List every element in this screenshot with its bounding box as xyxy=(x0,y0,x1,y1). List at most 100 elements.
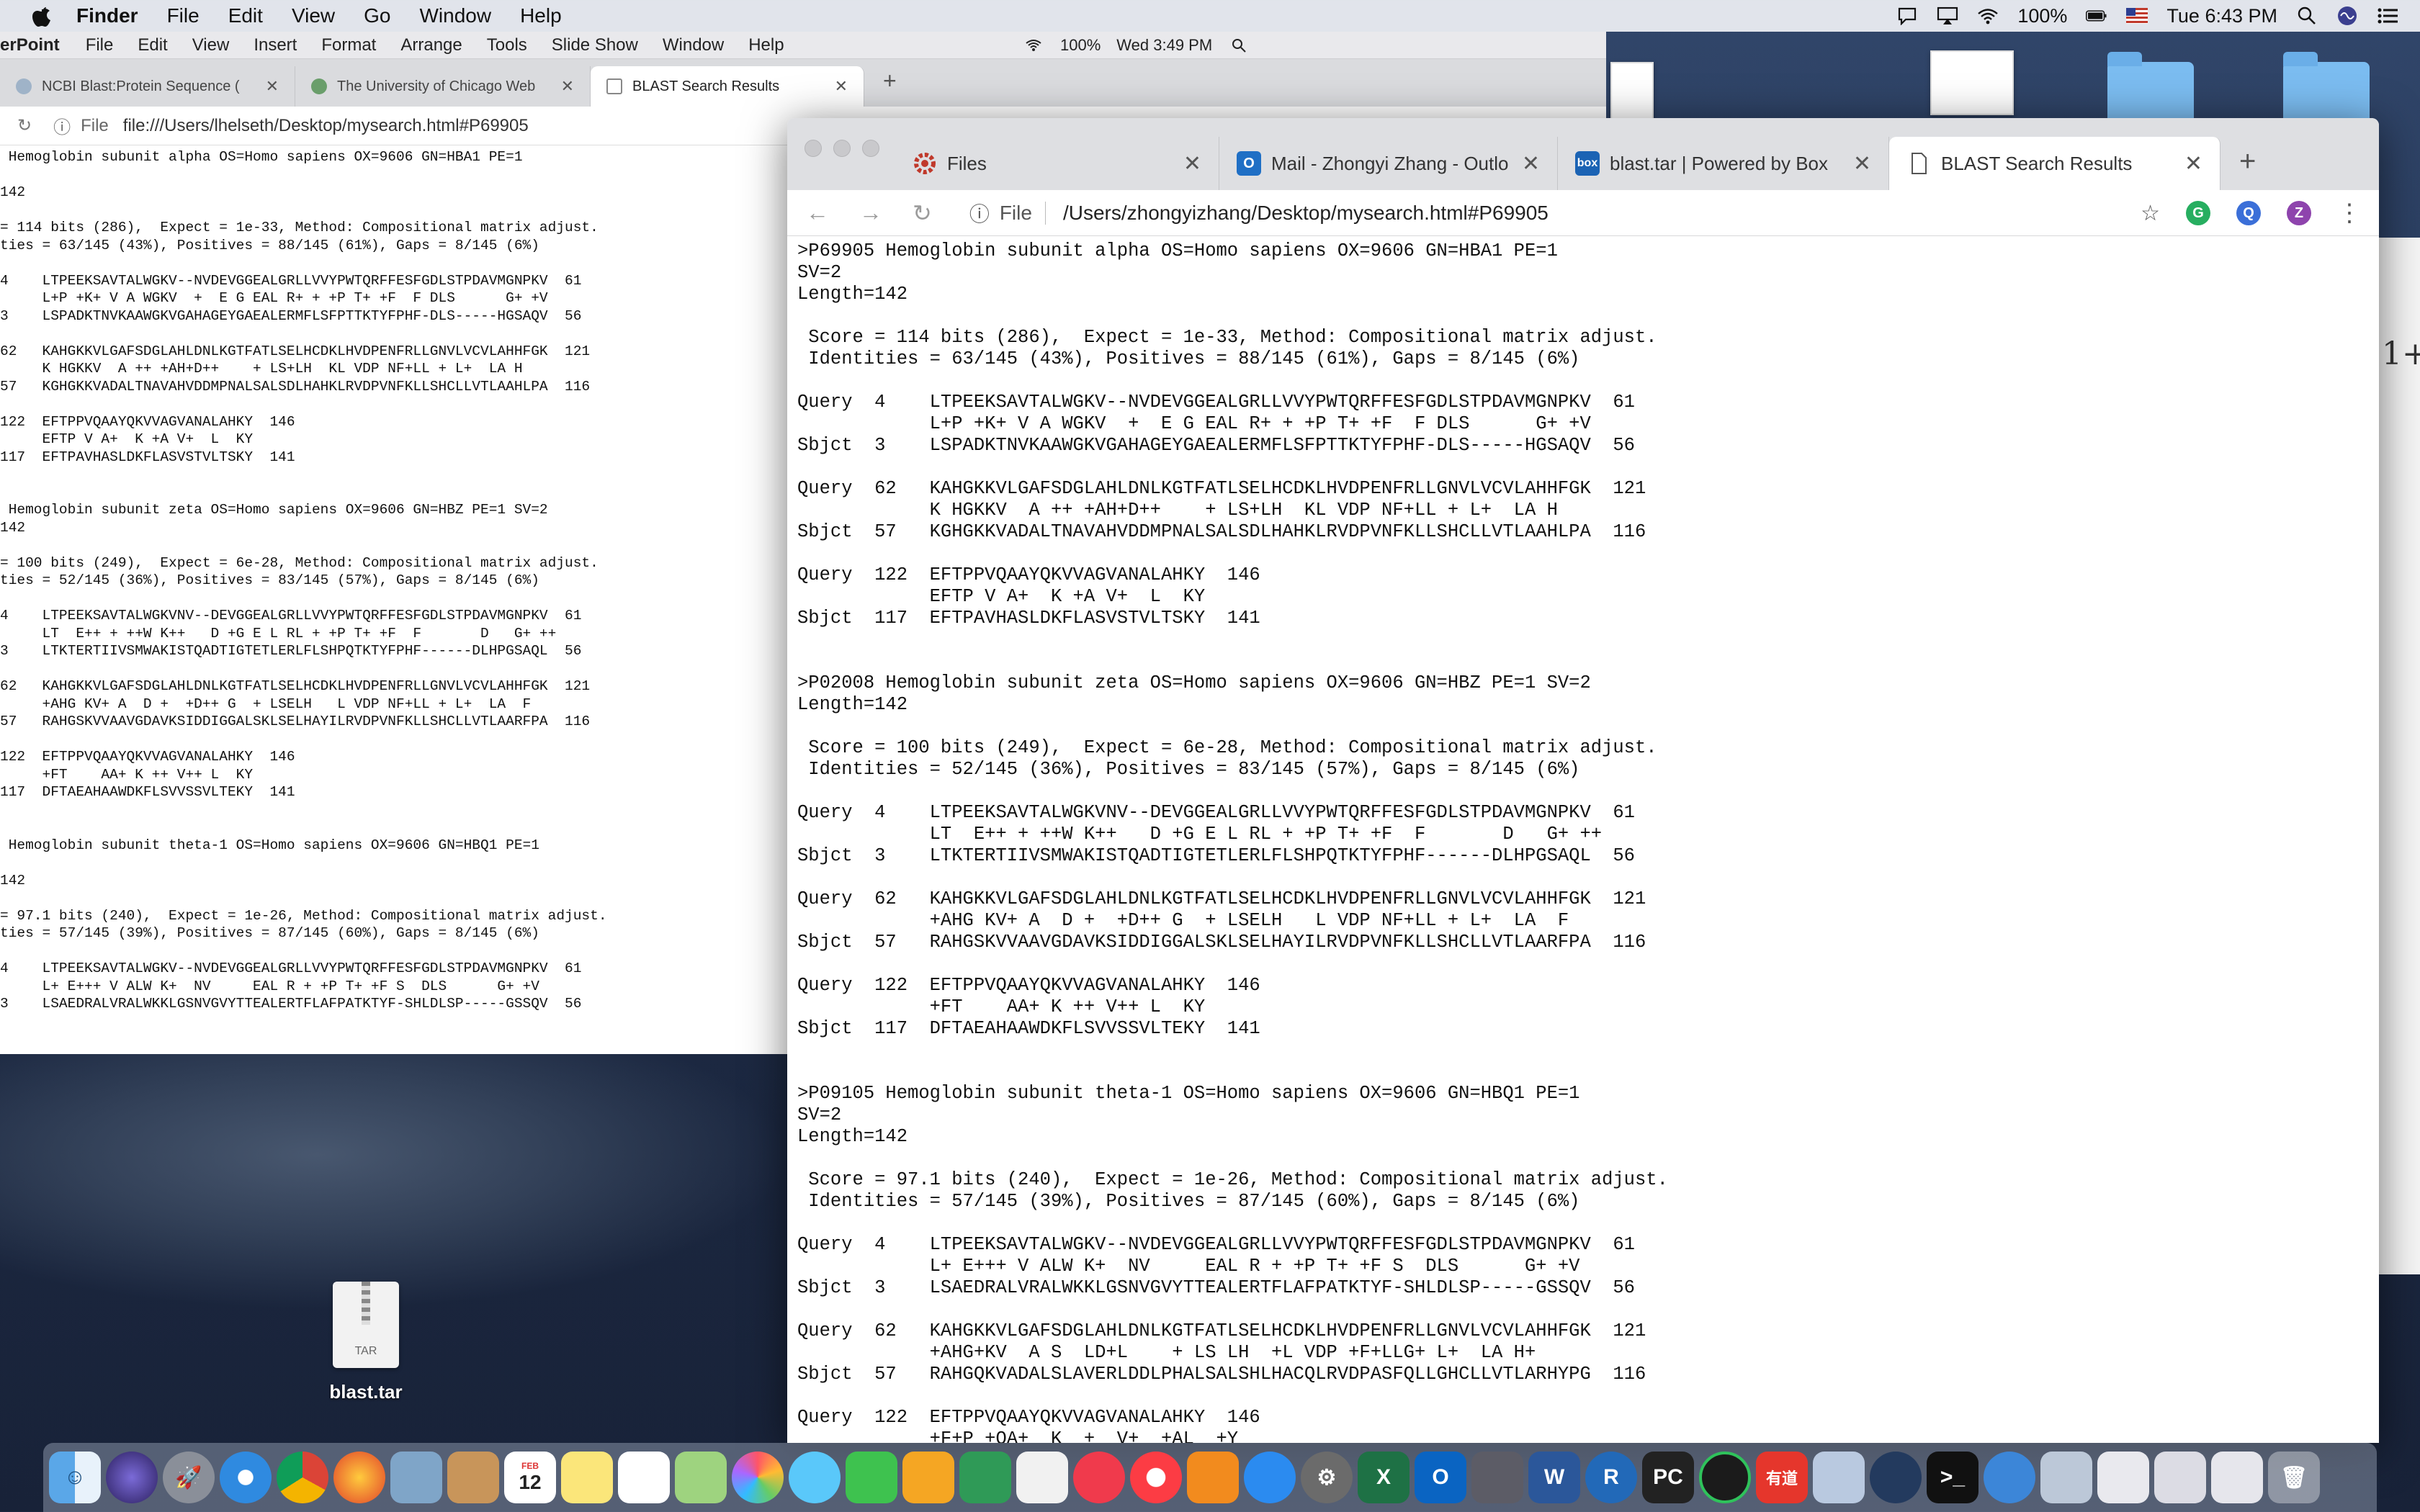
music-icon[interactable] xyxy=(1130,1452,1182,1503)
reload-icon[interactable]: ↻ xyxy=(17,115,32,136)
profile-avatar[interactable]: Z xyxy=(2287,201,2311,225)
address-url[interactable]: file:///Users/lhelseth/Desktop/mysearch.… xyxy=(123,116,529,136)
apple-logo-icon[interactable] xyxy=(29,3,55,29)
menu-help[interactable]: Help xyxy=(520,4,562,27)
front-tab-blast-results[interactable]: BLAST Search Results ✕ xyxy=(1889,137,2220,190)
youdao-icon[interactable]: 有道 xyxy=(1756,1452,1808,1503)
news-icon[interactable] xyxy=(1073,1452,1125,1503)
preview-alt-icon[interactable] xyxy=(2040,1452,2092,1503)
keynote-podium-icon[interactable] xyxy=(1016,1452,1068,1503)
inner-menu-tools[interactable]: Tools xyxy=(487,35,527,55)
document-stack-icon[interactable] xyxy=(2211,1452,2263,1503)
menu-app-name[interactable]: Finder xyxy=(76,4,138,27)
close-tab-icon[interactable]: ✕ xyxy=(1522,151,1540,176)
inner-menu-slide-show[interactable]: Slide Show xyxy=(552,35,638,55)
desktop-document-thumbnail[interactable] xyxy=(1930,50,2014,115)
close-tab-icon[interactable]: ✕ xyxy=(835,77,848,96)
preview-icon[interactable] xyxy=(390,1452,442,1503)
menu-file[interactable]: File xyxy=(167,4,200,27)
photos-icon[interactable] xyxy=(732,1452,784,1503)
more-menu-icon[interactable]: ⋮ xyxy=(2337,199,2362,228)
desktop-folder-icon[interactable] xyxy=(2107,52,2194,127)
bookmark-star-icon[interactable]: ☆ xyxy=(2141,201,2160,226)
airplay-icon[interactable] xyxy=(1937,5,1958,27)
contacts-icon[interactable] xyxy=(447,1452,499,1503)
minimize-window-button[interactable] xyxy=(833,140,851,157)
inner-menu-file[interactable]: File xyxy=(86,35,114,55)
system-preferences-gear-icon[interactable]: ⚙ xyxy=(1301,1452,1353,1503)
front-tab-box[interactable]: box blast.tar | Powered by Box ✕ xyxy=(1558,137,1889,190)
reload-icon[interactable]: ↻ xyxy=(913,199,932,227)
siri-icon[interactable] xyxy=(2336,5,2358,27)
zoom-window-button[interactable] xyxy=(862,140,879,157)
tar-file-icon[interactable]: TAR xyxy=(333,1282,399,1368)
safari-icon[interactable] xyxy=(220,1452,272,1503)
numbers-icon[interactable] xyxy=(959,1452,1011,1503)
menu-edit[interactable]: Edit xyxy=(228,4,263,27)
search-extension-icon[interactable]: Q xyxy=(2236,201,2261,225)
grammarly-extension-icon[interactable]: G xyxy=(2186,201,2210,225)
quicktime-icon[interactable] xyxy=(1870,1452,1922,1503)
siri-icon[interactable] xyxy=(106,1452,158,1503)
excel-icon[interactable]: X xyxy=(1358,1452,1410,1503)
inner-app-name[interactable]: erPoint xyxy=(0,35,60,55)
close-tab-icon[interactable]: ✕ xyxy=(266,77,279,96)
books-icon[interactable] xyxy=(1187,1452,1239,1503)
back-arrow-icon[interactable]: ← xyxy=(806,199,829,226)
launchpad-icon[interactable]: 🚀 xyxy=(163,1452,215,1503)
notification-center-icon[interactable] xyxy=(2377,5,2398,27)
pycharm-icon[interactable]: PC xyxy=(1642,1452,1694,1503)
inner-menu-insert[interactable]: Insert xyxy=(254,35,297,55)
menu-view[interactable]: View xyxy=(292,4,335,27)
us-flag-icon[interactable] xyxy=(2126,5,2148,27)
forward-arrow-icon[interactable]: → xyxy=(859,199,882,226)
chat-bubble-icon[interactable] xyxy=(1896,5,1918,27)
maps-icon[interactable] xyxy=(675,1452,727,1503)
address-url[interactable]: /Users/zhongyizhang/Desktop/mysearch.htm… xyxy=(1063,202,1549,225)
pycharm-edu-icon[interactable] xyxy=(1699,1452,1751,1503)
messages-icon[interactable] xyxy=(789,1452,841,1503)
back-tab-blast-results[interactable]: BLAST Search Results ✕ xyxy=(591,66,864,107)
desktop-document-thumbnail[interactable] xyxy=(1610,62,1654,120)
inner-menu-edit[interactable]: Edit xyxy=(138,35,167,55)
spotlight-search-icon[interactable] xyxy=(2296,5,2318,27)
app-store-icon[interactable] xyxy=(1244,1452,1296,1503)
info-icon[interactable]: ⓘ xyxy=(53,113,71,138)
close-window-button[interactable] xyxy=(805,140,822,157)
chrome-icon[interactable] xyxy=(277,1452,328,1503)
battery-icon[interactable] xyxy=(2086,5,2107,27)
trash-icon[interactable]: 🗑 xyxy=(2268,1452,2320,1503)
close-tab-icon[interactable]: ✕ xyxy=(1853,151,1871,176)
new-tab-button[interactable]: + xyxy=(883,68,897,94)
inner-menu-window[interactable]: Window xyxy=(663,35,724,55)
finder-icon[interactable]: ☺ xyxy=(49,1452,101,1503)
document-stack-icon[interactable] xyxy=(2154,1452,2206,1503)
tar-file-name[interactable]: blast.tar xyxy=(295,1381,436,1403)
desktop-folder-icon[interactable] xyxy=(2283,52,2370,127)
firefox-icon[interactable] xyxy=(333,1452,385,1503)
terminal-icon[interactable]: >_ xyxy=(1927,1452,1978,1503)
inner-menu-view[interactable]: View xyxy=(192,35,230,55)
document-stack-icon[interactable] xyxy=(2097,1452,2149,1503)
virtualbox-icon[interactable] xyxy=(1813,1452,1865,1503)
front-tab-outlook-mail[interactable]: O Mail - Zhongyi Zhang - Outlo ✕ xyxy=(1219,137,1558,190)
calendar-icon[interactable]: FEB 12 xyxy=(504,1452,556,1503)
menubar-clock[interactable]: Tue 6:43 PM xyxy=(2166,5,2277,27)
close-tab-icon[interactable]: ✕ xyxy=(2184,151,2202,176)
reminders-icon[interactable] xyxy=(618,1452,670,1503)
wifi-icon[interactable] xyxy=(1977,5,1999,27)
menu-go[interactable]: Go xyxy=(364,4,390,27)
inner-search-icon[interactable] xyxy=(1228,35,1250,56)
notes-icon[interactable] xyxy=(561,1452,613,1503)
back-tab-ncbi-blast[interactable]: NCBI Blast:Protein Sequence ( ✕ xyxy=(0,66,295,107)
outlook-icon[interactable]: O xyxy=(1415,1452,1466,1503)
inner-menu-format[interactable]: Format xyxy=(321,35,376,55)
keynote-icon[interactable] xyxy=(902,1452,954,1503)
inner-menu-help[interactable]: Help xyxy=(748,35,784,55)
inner-wifi-icon[interactable] xyxy=(1023,35,1044,56)
back-tab-uchicago[interactable]: The University of Chicago Web ✕ xyxy=(295,66,591,107)
front-tab-files[interactable]: Files ✕ xyxy=(895,137,1219,190)
facetime-icon[interactable] xyxy=(846,1452,897,1503)
menu-window[interactable]: Window xyxy=(419,4,491,27)
word-icon[interactable]: W xyxy=(1528,1452,1580,1503)
